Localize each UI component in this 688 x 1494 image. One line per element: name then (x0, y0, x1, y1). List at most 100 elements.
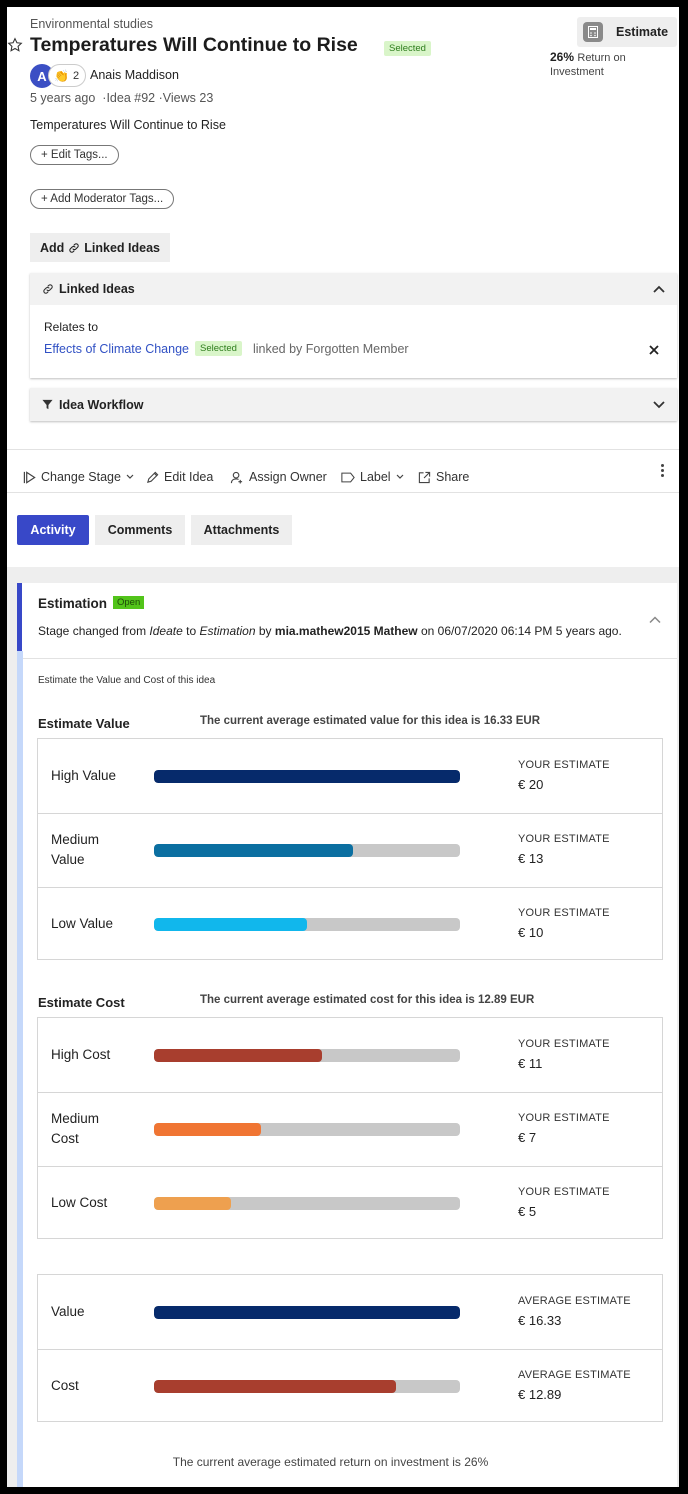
assign-owner-button[interactable]: Assign Owner (230, 470, 327, 484)
estimate-amount: € 16.33 (518, 1313, 562, 1328)
add-linked-ideas-button[interactable]: Add Linked Ideas (30, 233, 170, 262)
estimate-amount: € 12.89 (518, 1387, 562, 1402)
estimate-caption: YOUR ESTIMATE (518, 1038, 610, 1050)
idea-meta: 5 years ago ·Idea #92 ·Views 23 (30, 91, 214, 105)
linked-idea-badge: Selected (194, 341, 242, 356)
estimate-button-label: Estimate (616, 25, 669, 39)
close-icon[interactable] (649, 345, 659, 355)
row-divider (38, 813, 662, 814)
estimate-slider-track[interactable] (154, 918, 460, 931)
stage-change-text: Stage changed from Ideate to Estimation … (38, 624, 622, 638)
estimate-row-label: Medium Cost (51, 1109, 99, 1149)
share-label: Share (436, 470, 470, 484)
estimate-slider-track[interactable] (154, 1197, 460, 1210)
estimate-caption: YOUR ESTIMATE (518, 833, 610, 845)
estimate-slider-fill (154, 1049, 323, 1062)
relates-to-label: Relates to (44, 320, 99, 334)
estimate-slider-fill (154, 1306, 460, 1319)
reaction-button[interactable]: 👏 2 (48, 64, 86, 87)
estimate-caption: YOUR ESTIMATE (518, 759, 610, 771)
roi-summary: 26% Return on Investment (550, 50, 679, 78)
estimate-slider-track[interactable] (154, 1123, 460, 1136)
estimate-row-label-line: Low Cost (51, 1195, 108, 1210)
estimate-amount: € 5 (518, 1204, 537, 1219)
change-stage-button[interactable]: Change Stage (23, 470, 134, 484)
estimate-row-label: High Cost (51, 1045, 110, 1065)
estimate-cost-summary: The current average estimated cost for t… (200, 994, 535, 1006)
estimate-slider-track[interactable] (154, 1049, 460, 1062)
linked-idea-item: Effects of Climate Change Selected linke… (44, 341, 409, 356)
estimate-row-label: High Value (51, 766, 116, 786)
author-name[interactable]: Anais Maddison (90, 68, 179, 82)
estimate-slider-track[interactable] (154, 844, 460, 857)
idea-workflow-header[interactable]: Idea Workflow (30, 388, 677, 421)
stage-change-date: on 06/07/2020 06:14 PM 5 years ago. (420, 624, 622, 638)
add-linked-ideas-suffix: Linked Ideas (84, 240, 161, 255)
idea-views: Views 23 (162, 91, 214, 105)
estimate-row-label: Cost (51, 1376, 79, 1396)
estimate-slider-track[interactable] (154, 770, 460, 783)
linked-ideas-title: Linked Ideas (59, 282, 135, 296)
share-button[interactable]: Share (418, 470, 469, 484)
stage-icon (23, 470, 36, 484)
chevron-down-icon[interactable] (653, 400, 665, 410)
estimate-cost-heading: Estimate Cost (38, 995, 125, 1010)
chevron-up-icon[interactable] (649, 615, 661, 624)
estimate-slider-fill (154, 1197, 231, 1210)
estimate-slider-fill (154, 1380, 396, 1393)
row-divider (38, 887, 662, 888)
estimate-slider-track[interactable] (154, 1380, 460, 1393)
estimate-row: Cost AVERAGE ESTIMATE € 12.89 (38, 1349, 662, 1423)
average-estimates-table: Value AVERAGE ESTIMATE € 16.33 Cost AVERAGE … (37, 1274, 663, 1422)
estimate-value-heading: Estimate Value (38, 716, 130, 731)
edit-tags-button[interactable]: + Edit Tags... (30, 145, 119, 165)
clap-icon: 👏 (54, 68, 69, 83)
more-options-icon[interactable] (661, 464, 664, 477)
stage-change-user[interactable]: mia.mathew2015 Mathew (275, 624, 418, 638)
share-icon (418, 471, 431, 483)
estimate-amount: € 11 (518, 1056, 543, 1071)
tab-comments[interactable]: Comments (95, 515, 185, 545)
idea-page: Environmental studies Temperatures Will … (7, 7, 679, 1487)
estimate-row: Low Cost YOUR ESTIMATE € 5 (38, 1166, 662, 1240)
to-word: to (186, 624, 197, 638)
divider (23, 658, 677, 659)
estimate-slider-fill (154, 844, 353, 857)
tab-attachments[interactable]: Attachments (191, 515, 292, 545)
estimate-slider-track[interactable] (154, 1306, 460, 1319)
row-divider (38, 1349, 662, 1350)
estimate-row: Value AVERAGE ESTIMATE € 16.33 (38, 1275, 662, 1349)
edit-idea-label: Edit Idea (164, 470, 214, 484)
tag-icon (341, 472, 355, 482)
chevron-up-icon[interactable] (653, 284, 665, 294)
estimation-status-badge: Open (113, 596, 145, 609)
edit-idea-button[interactable]: Edit Idea (146, 470, 213, 484)
estimate-button[interactable]: Estimate (577, 17, 677, 47)
label-button[interactable]: Label (341, 470, 404, 484)
status-badge: Selected (384, 41, 431, 56)
estimation-title: Estimation (38, 596, 108, 611)
estimate-slider-fill (154, 770, 460, 783)
by-word: by (258, 624, 272, 638)
add-linked-ideas-label: Add (39, 240, 65, 255)
estimate-row-label-line: Low Value (51, 916, 114, 931)
tab-activity[interactable]: Activity (17, 515, 89, 545)
category-label[interactable]: Environmental studies (30, 17, 153, 31)
assign-owner-label: Assign Owner (249, 470, 327, 484)
idea-age: 5 years ago (30, 91, 96, 105)
linked-ideas-header[interactable]: Linked Ideas (30, 273, 677, 305)
roi-value: 26% (550, 50, 575, 64)
add-moderator-tags-button[interactable]: + Add Moderator Tags... (30, 189, 175, 209)
value-estimates-table: High Value YOUR ESTIMATE € 20 Medium Value YO… (37, 738, 663, 960)
estimate-value-summary: The current average estimated value for … (200, 715, 541, 727)
star-icon[interactable] (7, 37, 23, 53)
idea-description: Temperatures Will Continue to Rise (30, 118, 226, 132)
roi-statement: The current average estimated return on … (172, 1455, 489, 1469)
from-stage: Ideate (149, 624, 183, 638)
change-stage-label: Change Stage (41, 470, 121, 484)
user-plus-icon (230, 471, 243, 484)
row-divider (38, 1166, 662, 1167)
estimate-caption: YOUR ESTIMATE (518, 1112, 610, 1124)
estimate-amount: € 10 (518, 925, 544, 940)
linked-idea-link[interactable]: Effects of Climate Change (44, 342, 189, 356)
